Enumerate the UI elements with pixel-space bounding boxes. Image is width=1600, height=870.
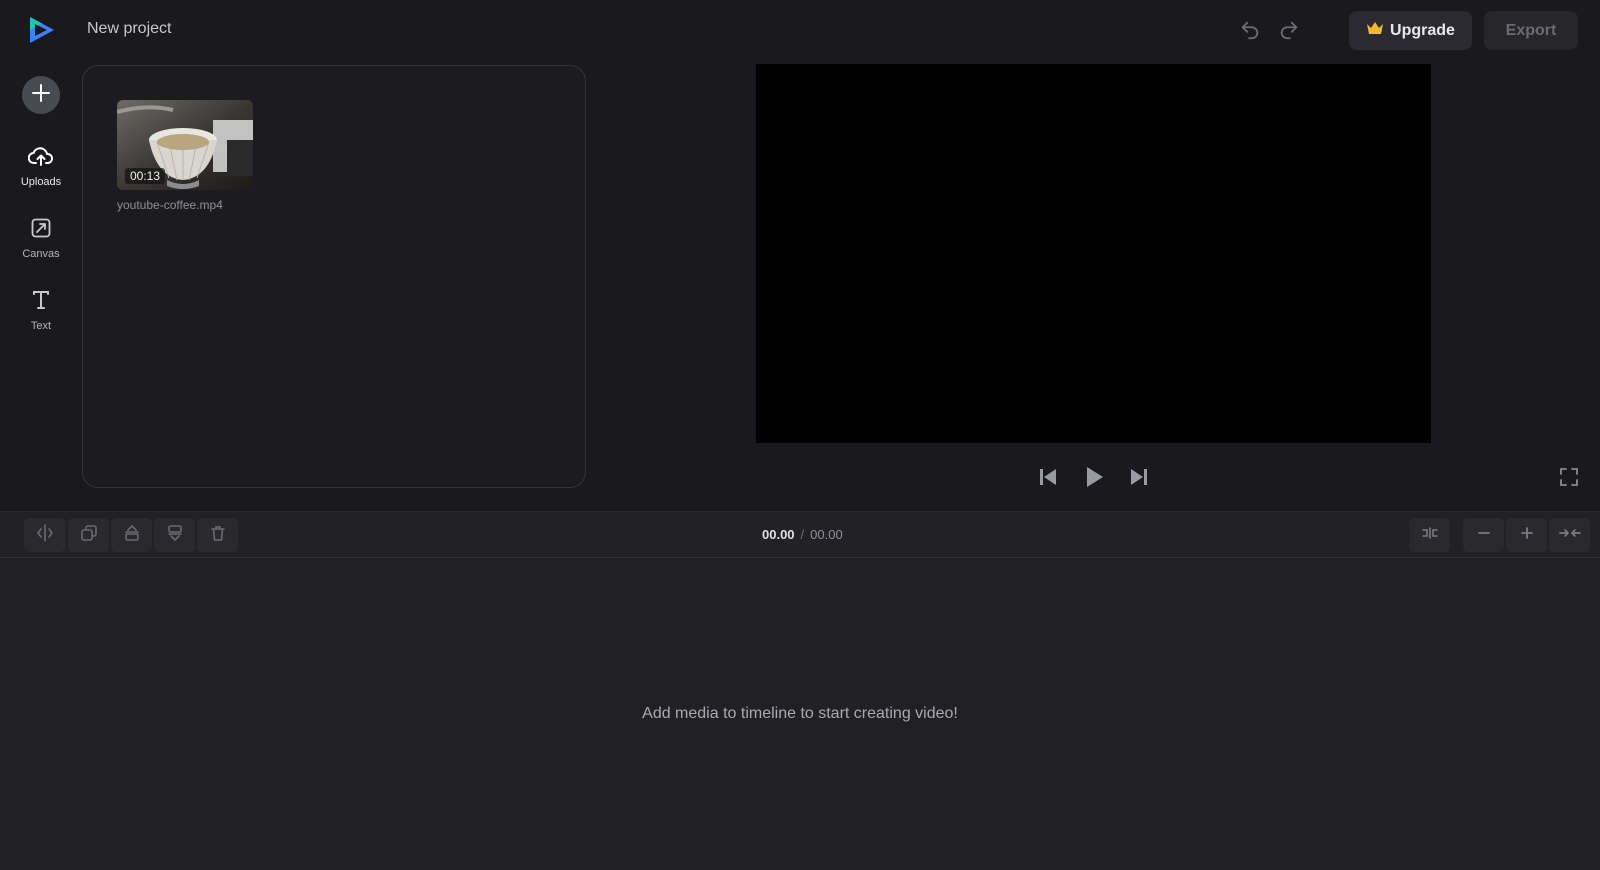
fit-timeline-button[interactable] [1409, 518, 1450, 552]
delete-button[interactable] [197, 518, 238, 552]
fullscreen-icon[interactable] [1554, 462, 1584, 492]
total-time: 00.00 [810, 527, 843, 542]
move-down-icon [166, 524, 184, 547]
current-time: 00.00 [762, 527, 795, 542]
split-button[interactable] [24, 518, 65, 552]
project-title[interactable]: New project [87, 20, 171, 38]
zoom-in-button[interactable] [1506, 518, 1547, 552]
media-item[interactable]: 00:13 youtube-coffee.mp4 [117, 100, 253, 212]
timecode: 00.00 / 00.00 [762, 527, 843, 542]
collapse-icon [1558, 525, 1581, 546]
upgrade-button[interactable]: Upgrade [1349, 11, 1472, 50]
crown-icon [1366, 21, 1384, 40]
upgrade-label: Upgrade [1390, 21, 1455, 39]
delete-icon [209, 524, 227, 547]
text-icon [29, 288, 53, 317]
timeline-toolbar: 00.00 / 00.00 [0, 511, 1600, 558]
video-preview[interactable] [756, 64, 1431, 443]
duplicate-icon [80, 524, 98, 547]
sidebar: Uploads Canvas Text [0, 60, 82, 510]
sidebar-item-label: Text [30, 320, 52, 332]
move-up-button[interactable] [111, 518, 152, 552]
zoom-out-icon [1476, 525, 1492, 546]
fit-icon [1421, 524, 1439, 547]
time-separator: / [800, 527, 805, 542]
redo-icon[interactable] [1277, 18, 1301, 42]
move-down-button[interactable] [154, 518, 195, 552]
add-media-button[interactable] [22, 76, 60, 114]
sidebar-item-label: Canvas [22, 248, 60, 260]
video-duration: 00:13 [125, 168, 166, 184]
zoom-out-button[interactable] [1463, 518, 1504, 552]
sidebar-item-label: Uploads [20, 176, 62, 188]
top-bar: New project Upgrade Export [0, 0, 1600, 60]
timeline-area[interactable]: Add media to timeline to start creating … [0, 558, 1600, 870]
play-icon[interactable] [1078, 462, 1108, 492]
plus-icon [31, 83, 51, 108]
skip-back-icon[interactable] [1033, 462, 1063, 492]
app-logo[interactable] [26, 14, 58, 46]
upload-cloud-icon [27, 144, 54, 173]
move-up-icon [123, 524, 141, 547]
collapse-button[interactable] [1549, 518, 1590, 552]
export-button[interactable]: Export [1484, 11, 1578, 50]
sidebar-item-uploads[interactable]: Uploads [11, 144, 71, 200]
timeline-empty-message: Add media to timeline to start creating … [642, 705, 958, 722]
media-panel: 00:13 youtube-coffee.mp4 [82, 65, 586, 488]
skip-forward-icon[interactable] [1124, 462, 1154, 492]
media-file-name: youtube-coffee.mp4 [117, 198, 223, 212]
sidebar-item-text[interactable]: Text [11, 288, 71, 344]
canvas-resize-icon [29, 216, 53, 245]
zoom-in-icon [1519, 525, 1535, 546]
split-icon [36, 523, 54, 547]
duplicate-button[interactable] [68, 518, 109, 552]
video-thumbnail[interactable]: 00:13 [117, 100, 253, 190]
sidebar-item-canvas[interactable]: Canvas [11, 216, 71, 272]
undo-icon[interactable] [1238, 18, 1262, 42]
